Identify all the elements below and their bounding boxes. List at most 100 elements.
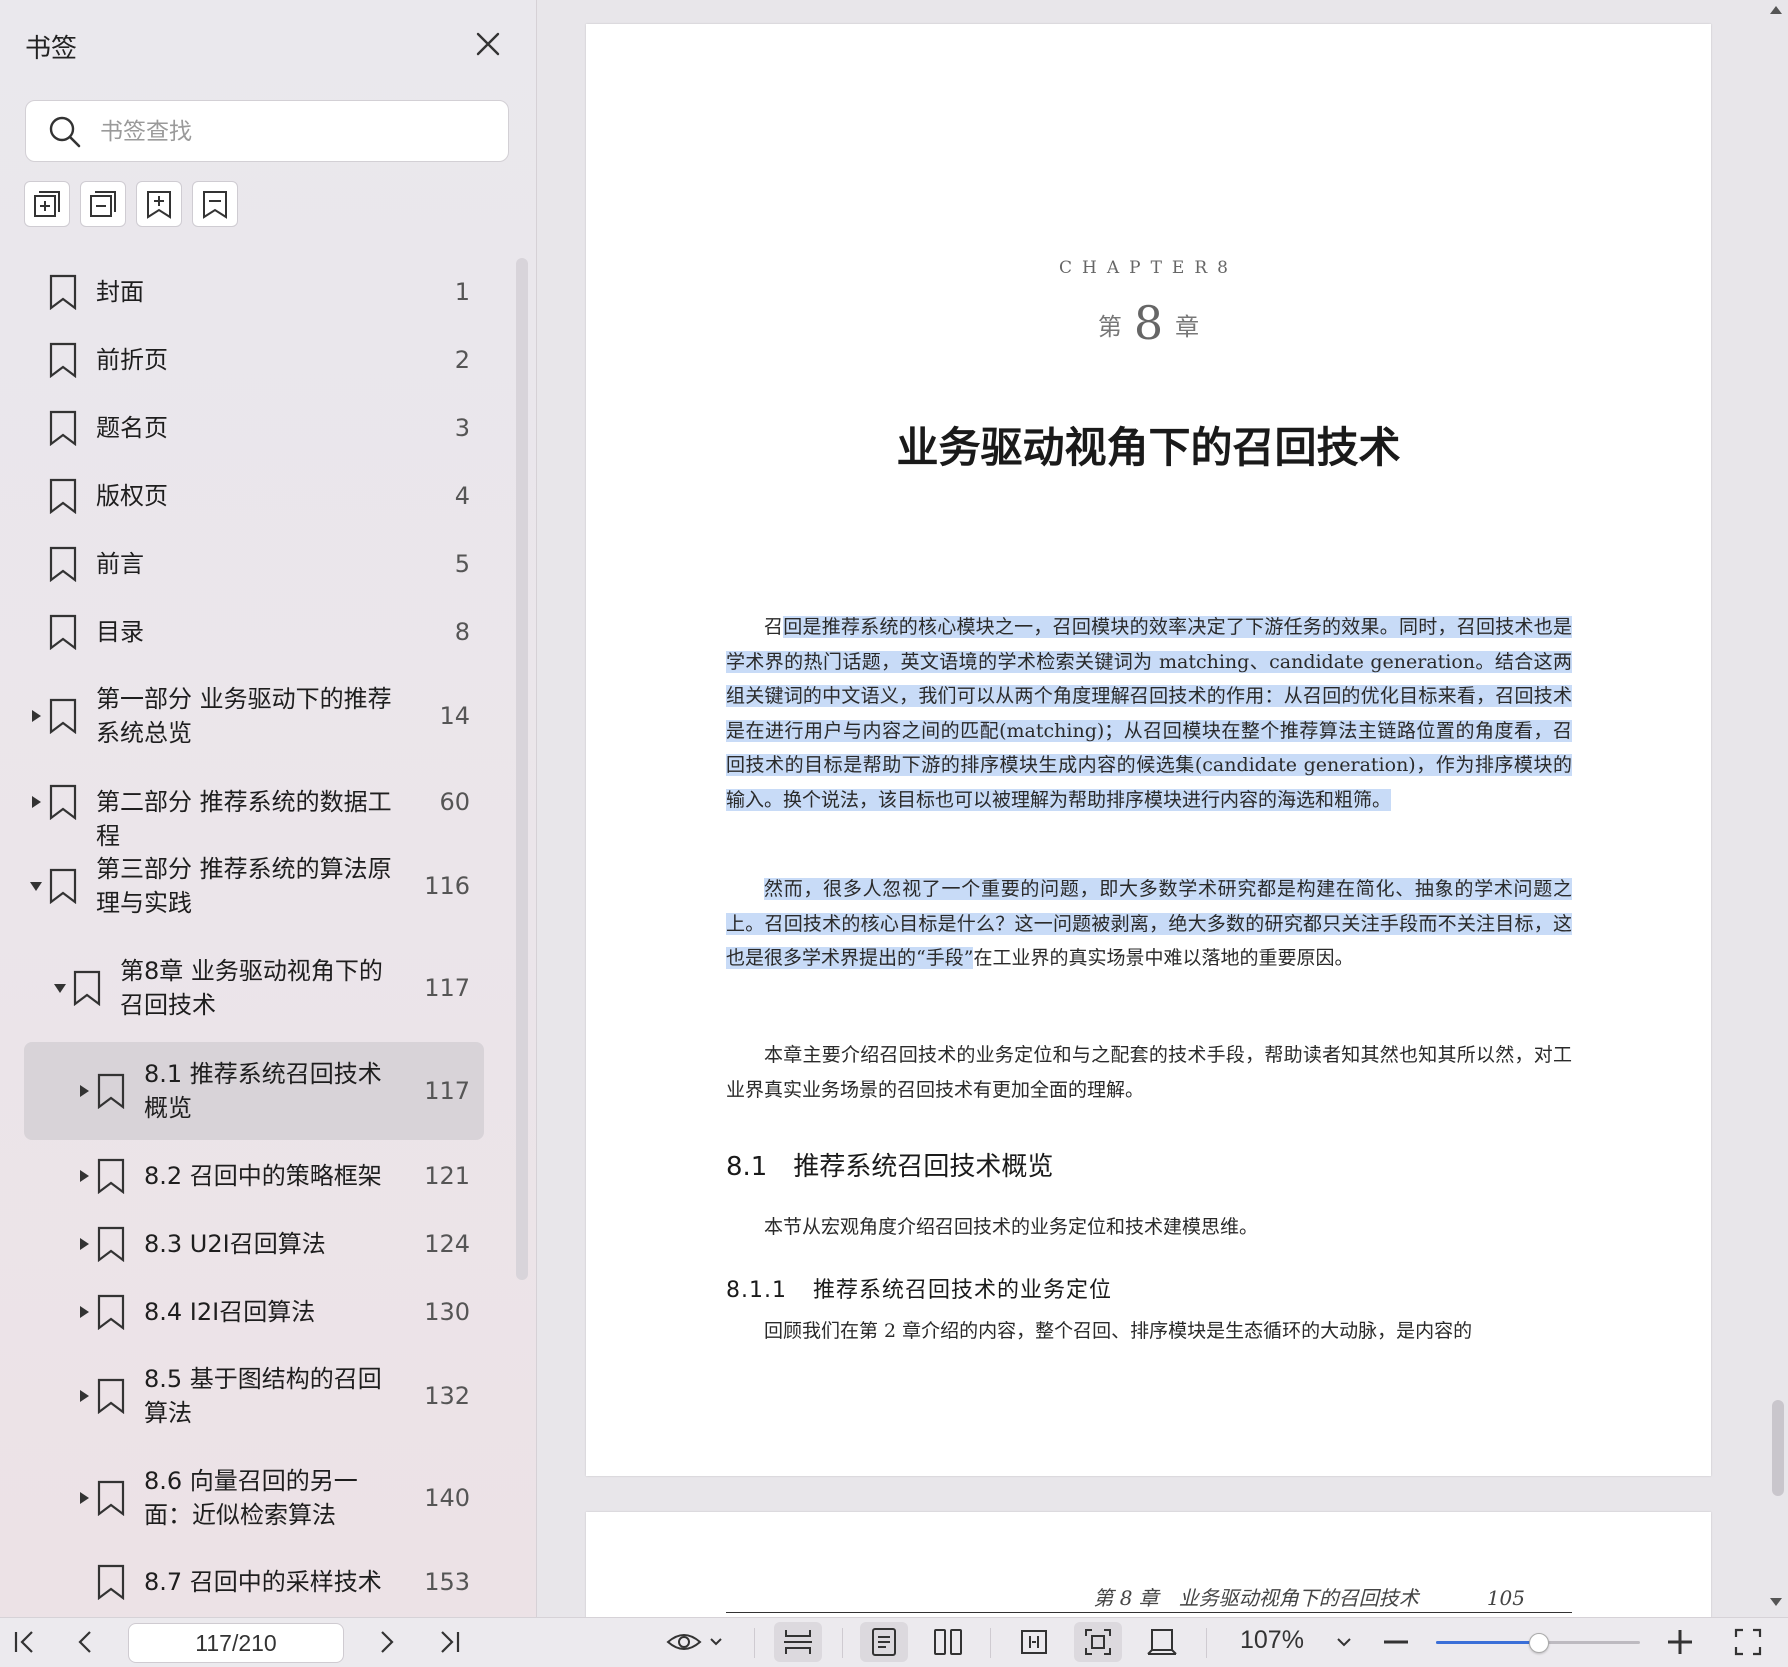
bookmark-search-input[interactable] bbox=[98, 111, 492, 153]
bookmark-icon bbox=[97, 1226, 125, 1262]
bookmark-item[interactable]: 目录 8 bbox=[24, 610, 484, 654]
paragraph-4[interactable]: 本节从宏观角度介绍召回技术的业务定位和技术建模思维。 bbox=[726, 1210, 1572, 1245]
collapsed-arrow-icon[interactable] bbox=[32, 796, 41, 808]
bookmark-item[interactable]: 版权页 4 bbox=[24, 474, 484, 518]
collapsed-arrow-icon[interactable] bbox=[80, 1170, 89, 1182]
zoom-out-button[interactable] bbox=[1378, 1622, 1414, 1662]
bookmark-item[interactable]: 8.1 推荐系统召回技术概览 117 bbox=[24, 1042, 484, 1140]
running-header-page: 105 bbox=[1486, 1586, 1525, 1610]
view-mode-dropdown[interactable] bbox=[664, 1622, 730, 1662]
paragraph-2[interactable]: 然而，很多人忽视了一个重要的问题，即大多数学术研究都是构建在简化、抽象的学术问题… bbox=[726, 872, 1572, 976]
bookmark-page-number: 4 bbox=[454, 482, 470, 510]
bookmark-page-number: 130 bbox=[424, 1298, 470, 1326]
bookmark-item[interactable]: 封面 1 bbox=[24, 270, 484, 314]
bookmark-icon bbox=[49, 478, 77, 514]
bookmark-item[interactable]: 8.7 召回中的采样技术 153 bbox=[24, 1560, 484, 1604]
bookmark-item[interactable]: 第二部分 推荐系统的数据工程 60 bbox=[24, 780, 484, 850]
fit-width-button[interactable] bbox=[1010, 1622, 1058, 1662]
bookmark-item[interactable]: 8.2 召回中的策略框架 121 bbox=[24, 1154, 484, 1198]
fit-page-button[interactable] bbox=[1074, 1622, 1122, 1662]
bookmark-icon bbox=[49, 274, 77, 310]
bookmark-label: 第一部分 业务驱动下的推荐系统总览 bbox=[96, 685, 392, 747]
last-page-button[interactable] bbox=[432, 1622, 468, 1662]
minus-icon bbox=[1384, 1640, 1408, 1644]
collapsed-arrow-icon[interactable] bbox=[80, 1306, 89, 1318]
bookmark-item[interactable]: 第一部分 业务驱动下的推荐系统总览 14 bbox=[24, 676, 484, 756]
zoom-level[interactable]: 107% bbox=[1240, 1626, 1304, 1655]
collapsed-arrow-icon[interactable] bbox=[80, 1390, 89, 1402]
document-view[interactable]: CHAPTER8 第8章 业务驱动视角下的召回技术 召回是推荐系统的核心模块之一… bbox=[537, 0, 1788, 1617]
bookmark-label: 版权页 bbox=[96, 482, 168, 510]
two-page-icon bbox=[934, 1629, 962, 1655]
expanded-arrow-icon[interactable] bbox=[54, 984, 66, 993]
chevron-left-icon bbox=[78, 1631, 91, 1653]
expand-all-button[interactable] bbox=[24, 181, 70, 227]
section-number: 8.1.1 bbox=[726, 1278, 787, 1303]
bookmark-label: 8.6 向量召回的另一面：近似检索算法 bbox=[144, 1467, 358, 1529]
bookmark-item[interactable]: 8.4 I2I召回算法 130 bbox=[24, 1290, 484, 1334]
paragraph-1[interactable]: 召回是推荐系统的核心模块之一，召回模块的效率决定了下游任务的效果。同时，召回技术… bbox=[726, 610, 1572, 818]
bookmark-item[interactable]: 第三部分 推荐系统的算法原理与实践 116 bbox=[24, 846, 484, 926]
bookmark-item[interactable]: 8.3 U2I召回算法 124 bbox=[24, 1222, 484, 1266]
previous-page-button[interactable] bbox=[68, 1622, 104, 1662]
bookmark-icon bbox=[49, 546, 77, 582]
eye-icon bbox=[666, 1634, 702, 1650]
collapse-all-button[interactable] bbox=[80, 181, 126, 227]
collapsed-arrow-icon[interactable] bbox=[80, 1238, 89, 1250]
bookmark-page-number: 14 bbox=[439, 702, 470, 730]
bookmark-button[interactable] bbox=[192, 181, 238, 227]
rotate-icon bbox=[1147, 1629, 1177, 1655]
toolbar-separator bbox=[1206, 1628, 1207, 1658]
bookmark-item[interactable]: 8.6 向量召回的另一面：近似检索算法 140 bbox=[24, 1458, 484, 1538]
bookmark-page-number: 124 bbox=[424, 1230, 470, 1258]
text-run[interactable]: 在工业界的真实场景中难以落地的重要原因。 bbox=[973, 947, 1353, 969]
collapsed-arrow-icon[interactable] bbox=[80, 1492, 89, 1504]
highlighted-text[interactable]: 回是推荐系统的核心模块之一，召回模块的效率决定了下游任务的效果。同时，召回技术也… bbox=[726, 616, 1572, 811]
continuous-scroll-button[interactable] bbox=[774, 1622, 822, 1662]
bookmark-item[interactable]: 题名页 3 bbox=[24, 406, 484, 450]
first-page-button[interactable] bbox=[6, 1622, 42, 1662]
toolbar-separator bbox=[842, 1628, 843, 1658]
next-page-button[interactable] bbox=[368, 1622, 404, 1662]
chevron-down-icon bbox=[710, 1638, 722, 1646]
close-panel-button[interactable] bbox=[470, 26, 506, 62]
collapsed-arrow-icon[interactable] bbox=[32, 710, 41, 722]
zoom-slider[interactable] bbox=[1436, 1633, 1640, 1653]
scroll-up-arrow-icon[interactable] bbox=[1770, 6, 1782, 14]
add-bookmark-button[interactable] bbox=[136, 181, 182, 227]
bookmark-item[interactable]: 前言 5 bbox=[24, 542, 484, 586]
paragraph-5[interactable]: 回顾我们在第 2 章介绍的内容，整个召回、排序模块是生态循环的大动脉，是内容的 bbox=[726, 1314, 1572, 1349]
chevron-right-icon bbox=[381, 1631, 394, 1653]
bookmark-icon bbox=[49, 342, 77, 378]
collapsed-arrow-icon[interactable] bbox=[80, 1085, 89, 1097]
bookmark-item[interactable]: 8.5 基于图结构的召回算法 132 bbox=[24, 1356, 484, 1436]
paragraph-3[interactable]: 本章主要介绍召回技术的业务定位和与之配套的技术手段，帮助读者知其然也知其所以然，… bbox=[726, 1038, 1572, 1107]
bookmark-item[interactable]: 前折页 2 bbox=[24, 338, 484, 382]
bookmark-search-box[interactable] bbox=[25, 100, 509, 162]
bookmark-scrollbar[interactable] bbox=[516, 258, 528, 1280]
zoom-in-button[interactable] bbox=[1662, 1622, 1698, 1662]
document-scrollbar-thumb[interactable] bbox=[1772, 1400, 1784, 1496]
expanded-arrow-icon[interactable] bbox=[30, 882, 42, 891]
plus-icon bbox=[1668, 1630, 1692, 1654]
bookmark-page-number: 140 bbox=[424, 1484, 470, 1512]
page-number-input[interactable] bbox=[128, 1623, 344, 1663]
bookmark-item[interactable]: 第8章 业务驱动视角下的召回技术 117 bbox=[24, 948, 484, 1028]
two-page-button[interactable] bbox=[924, 1622, 972, 1662]
single-page-button[interactable] bbox=[860, 1622, 908, 1662]
bookmark-page-number: 60 bbox=[439, 788, 470, 816]
text-run[interactable]: 召 bbox=[764, 616, 783, 638]
rotate-button[interactable] bbox=[1138, 1622, 1186, 1662]
fullscreen-button[interactable] bbox=[1728, 1622, 1768, 1662]
bookmark-page-number: 5 bbox=[454, 550, 470, 578]
zoom-dropdown-button[interactable] bbox=[1332, 1622, 1356, 1662]
zoom-slider-handle[interactable] bbox=[1529, 1633, 1549, 1653]
section-heading-8-1: 8.1 推荐系统召回技术概览 bbox=[726, 1146, 1053, 1183]
bookmark-page-number: 1 bbox=[454, 278, 470, 306]
bookmark-page-number: 153 bbox=[424, 1568, 470, 1596]
bookmark-label: 第8章 业务驱动视角下的召回技术 bbox=[120, 957, 383, 1019]
scroll-down-arrow-icon[interactable] bbox=[1770, 1598, 1782, 1606]
pdf-page-next: 第 8 章 业务驱动视角下的召回技术 105 bbox=[586, 1512, 1711, 1617]
running-header: 第 8 章 业务驱动视角下的召回技术 105 bbox=[1093, 1582, 1525, 1611]
bookmark-icon bbox=[49, 698, 77, 734]
